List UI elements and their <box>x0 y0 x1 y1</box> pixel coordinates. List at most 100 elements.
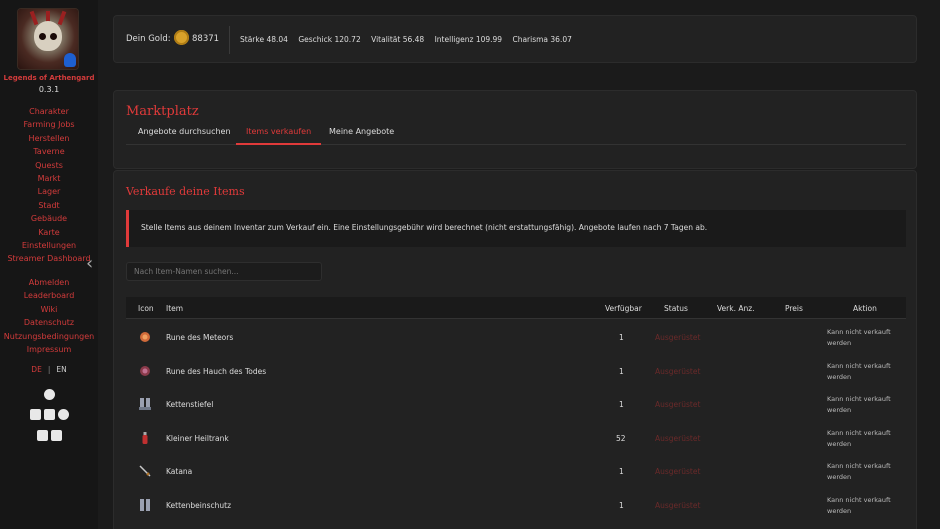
item-available: 1 <box>619 366 624 376</box>
lang-en[interactable]: EN <box>56 365 66 374</box>
game-logo[interactable] <box>18 9 78 69</box>
kick-icon[interactable] <box>36 430 48 441</box>
rune-icon <box>140 365 150 376</box>
tiktok-icon[interactable] <box>43 409 55 420</box>
table-row: Kleiner Heiltrank 52 Ausgerüstet Kann ni… <box>126 422 906 456</box>
col-status: Status <box>664 304 688 313</box>
nav-wiki[interactable]: Wiki <box>0 303 98 316</box>
gold-coin-icon <box>174 30 189 45</box>
nav-lager[interactable]: Lager <box>0 185 98 198</box>
col-sell-qty: Verk. Anz. <box>717 304 755 313</box>
main-nav: Charakter Farming Jobs Herstellen Tavern… <box>0 105 98 266</box>
item-action: Kann nicht verkauft werden <box>827 462 891 481</box>
stat-charisma: Charisma 36.07 <box>512 35 572 44</box>
language-switch: DE | EN <box>31 365 67 374</box>
info-box: Stelle Items aus deinem Inventar zum Ver… <box>126 210 906 247</box>
tab-browse-offers[interactable]: Angebote durchsuchen <box>138 127 231 145</box>
item-status: Ausgerüstet <box>655 500 701 510</box>
nav-charakter[interactable]: Charakter <box>0 105 98 118</box>
stat-vitality: Vitalität 56.48 <box>371 35 425 44</box>
item-name: Kettenbeinschutz <box>166 500 232 510</box>
item-available: 1 <box>619 500 624 510</box>
table-header: Icon Item Verfügbar Status Verk. Anz. Pr… <box>126 297 906 319</box>
sidebar: Legends of Arthengard 0.3.1 Charakter Fa… <box>0 0 98 529</box>
table-row: Kettenbeinschutz 1 Ausgerüstet Kann nich… <box>126 489 906 523</box>
nav-markt[interactable]: Markt <box>0 172 98 185</box>
tab-my-offers[interactable]: Meine Angebote <box>329 127 394 145</box>
discord-icon[interactable] <box>43 389 55 400</box>
rune-icon <box>140 332 150 342</box>
col-icon: Icon <box>138 304 154 313</box>
nav-taverne[interactable]: Taverne <box>0 145 98 158</box>
info-text: Stelle Items aus deinem Inventar zum Ver… <box>141 223 708 232</box>
app-name: Legends of Arthengard <box>3 74 95 82</box>
user-badge-icon <box>64 53 76 67</box>
nav-gebaeude[interactable]: Gebäude <box>0 212 98 225</box>
item-available: 52 <box>616 433 626 443</box>
col-price: Preis <box>785 304 803 313</box>
item-status: Ausgerüstet <box>655 433 701 443</box>
twitch-icon[interactable] <box>50 430 62 441</box>
nav-datenschutz[interactable]: Datenschutz <box>0 316 98 329</box>
app-version: 0.3.1 <box>38 85 60 94</box>
divider <box>229 26 230 54</box>
attribute-stats: Stärke 48.04 Geschick 120.72 Vitalität 5… <box>240 35 580 44</box>
item-available: 1 <box>619 333 624 342</box>
nav-herstellen[interactable]: Herstellen <box>0 132 98 145</box>
gold-value: 88371 <box>192 34 220 44</box>
secondary-nav: Abmelden Leaderboard Wiki Datenschutz Nu… <box>0 276 98 356</box>
item-name: Kettenstiefel <box>166 400 214 409</box>
sword-icon <box>139 465 151 477</box>
gold-label: Dein Gold: <box>126 34 171 44</box>
boots-icon <box>139 398 151 410</box>
table-row: Katana 1 Ausgerüstet Kann nicht verkauft… <box>126 455 906 489</box>
nav-impressum[interactable]: Impressum <box>0 343 98 356</box>
nav-karte[interactable]: Karte <box>0 226 98 239</box>
item-status: Ausgerüstet <box>655 366 701 376</box>
item-action: Kann nicht verkauft werden <box>827 395 891 414</box>
page-title: Marktplatz <box>126 104 199 119</box>
sell-items-panel: Verkaufe deine Items Stelle Items aus de… <box>113 170 917 529</box>
nav-quests[interactable]: Quests <box>0 159 98 172</box>
marketplace-panel: Marktplatz Angebote durchsuchen Items ve… <box>113 90 917 169</box>
item-name: Katana <box>166 467 193 476</box>
item-status: Ausgerüstet <box>655 467 701 476</box>
market-tabs: Angebote durchsuchen Items verkaufen Mei… <box>126 127 906 145</box>
col-available: Verfügbar <box>605 304 642 313</box>
item-name: Rune des Hauch des Todes <box>166 366 267 376</box>
nav-nutzungsbedingungen[interactable]: Nutzungsbedingungen <box>0 330 98 343</box>
nav-farming-jobs[interactable]: Farming Jobs <box>0 118 98 131</box>
table-row: Rune des Hauch des Todes 1 Ausgerüstet K… <box>126 355 906 389</box>
item-search-input[interactable] <box>126 262 322 281</box>
item-action: Kann nicht verkauft werden <box>827 361 891 381</box>
social-row-1 <box>0 389 98 400</box>
item-action: Kann nicht verkauft werden <box>827 495 891 515</box>
nav-leaderboard[interactable]: Leaderboard <box>0 289 98 302</box>
item-available: 1 <box>619 467 624 476</box>
stat-strength: Stärke 48.04 <box>240 35 288 44</box>
nav-einstellungen[interactable]: Einstellungen <box>0 239 98 252</box>
nav-stadt[interactable]: Stadt <box>0 199 98 212</box>
tab-sell-items[interactable]: Items verkaufen <box>236 127 322 145</box>
item-name: Kleiner Heiltrank <box>166 433 229 443</box>
item-available: 1 <box>619 400 624 409</box>
nav-abmelden[interactable]: Abmelden <box>0 276 98 289</box>
leg-armor-icon <box>140 498 150 511</box>
instagram-icon[interactable] <box>57 409 69 420</box>
item-status: Ausgerüstet <box>655 333 701 342</box>
potion-icon <box>142 431 148 444</box>
stats-bar: Dein Gold: 88371 Stärke 48.04 Geschick 1… <box>113 15 917 63</box>
item-action: Kann nicht verkauft werden <box>827 328 891 347</box>
item-status: Ausgerüstet <box>655 400 701 409</box>
collapse-sidebar-icon[interactable]: ‹ <box>86 255 102 273</box>
lang-de[interactable]: DE <box>31 365 42 374</box>
youtube-icon[interactable] <box>29 409 41 420</box>
section-title: Verkaufe deine Items <box>126 185 245 198</box>
item-name: Rune des Meteors <box>166 333 234 342</box>
table-row: Rune des Meteors 1 Ausgerüstet Kann nich… <box>126 321 906 355</box>
table-row: Kettenstiefel 1 Ausgerüstet Kann nicht v… <box>126 388 906 422</box>
nav-streamer-dashboard[interactable]: Streamer Dashboard <box>0 252 98 265</box>
social-row-2 <box>0 409 98 420</box>
col-action: Aktion <box>853 304 877 313</box>
social-row-3 <box>0 430 98 441</box>
